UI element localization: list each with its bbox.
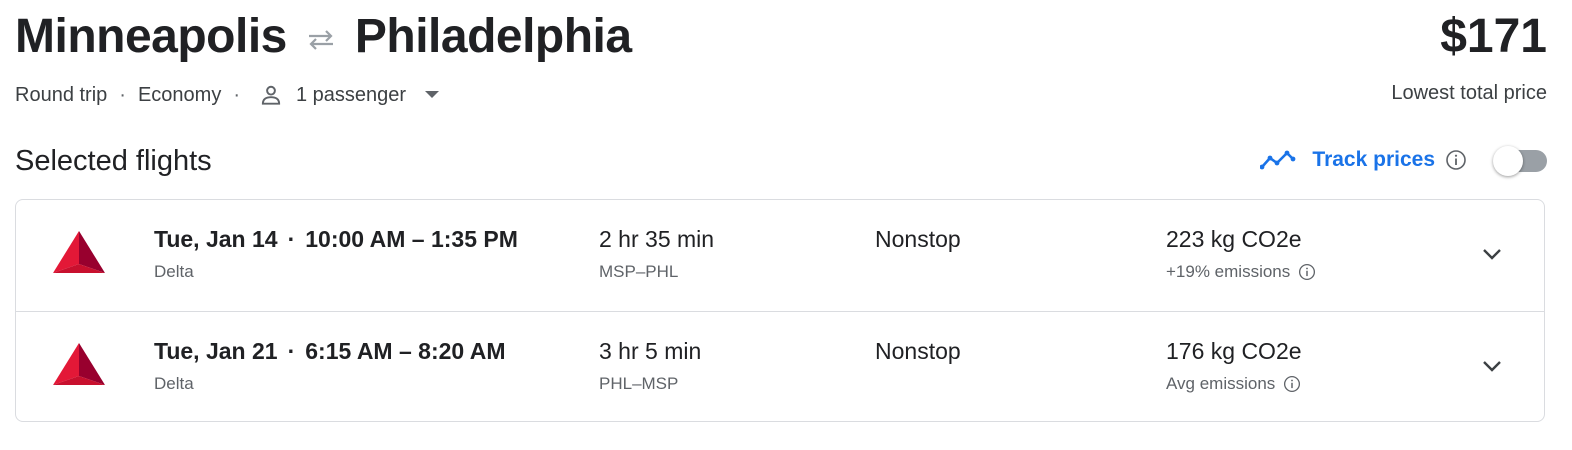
selected-flights-card: Tue, Jan 14 · 10:00 AM – 1:35 PM Delta 2 h… xyxy=(15,199,1545,422)
delta-logo-icon xyxy=(52,342,106,391)
flight-row[interactable]: Tue, Jan 21 · 6:15 AM – 8:20 AM Delta 3 hr… xyxy=(16,311,1544,423)
flight-times: Tue, Jan 14 · 10:00 AM – 1:35 PM xyxy=(154,226,518,253)
flight-times: Tue, Jan 21 · 6:15 AM – 8:20 AM xyxy=(154,338,506,365)
separator: · xyxy=(287,338,296,364)
cabin-class[interactable]: Economy xyxy=(138,84,221,107)
person-icon xyxy=(258,82,284,108)
track-prices-label[interactable]: Track prices xyxy=(1312,148,1435,172)
passenger-selector[interactable]: 1 passenger xyxy=(296,84,406,107)
info-icon[interactable] xyxy=(1283,375,1301,393)
price-label: Lowest total price xyxy=(1391,82,1547,104)
flight-route: PHL–MSP xyxy=(599,374,679,393)
flight-time-range: 6:15 AM – 8:20 AM xyxy=(305,338,506,364)
co2-amount: 223 kg CO2e xyxy=(1166,226,1302,252)
emissions-info: Avg emissions xyxy=(1166,374,1301,394)
origin-city: Minneapolis xyxy=(15,10,287,63)
trip-type[interactable]: Round trip xyxy=(15,84,107,107)
flight-date: Tue, Jan 14 xyxy=(154,226,278,252)
chevron-down-icon[interactable] xyxy=(1480,242,1504,266)
separator: · xyxy=(233,83,240,106)
flight-duration: 2 hr 35 min xyxy=(599,226,715,252)
co2-amount: 176 kg CO2e xyxy=(1166,338,1302,364)
lowest-price: $171 xyxy=(1440,10,1547,63)
delta-logo-icon xyxy=(52,230,106,279)
track-prices-toggle[interactable] xyxy=(1493,146,1547,176)
destination-city: Philadelphia xyxy=(354,10,632,63)
emissions-label: +19% emissions xyxy=(1166,262,1291,281)
flight-row[interactable]: Tue, Jan 14 · 10:00 AM – 1:35 PM Delta 2 h… xyxy=(16,200,1544,311)
emissions-info: +19% emissions xyxy=(1166,262,1316,282)
trending-icon xyxy=(1260,149,1296,171)
track-prices[interactable]: Track prices xyxy=(1260,148,1467,172)
info-icon[interactable] xyxy=(1298,263,1316,281)
flight-date: Tue, Jan 21 xyxy=(154,338,278,364)
emissions-label: Avg emissions xyxy=(1166,374,1276,393)
airline-name: Delta xyxy=(154,262,194,281)
section-title: Selected flights xyxy=(15,145,212,177)
flight-route: MSP–PHL xyxy=(599,262,679,281)
flight-time-range: 10:00 AM – 1:35 PM xyxy=(305,226,518,252)
caret-down-icon[interactable] xyxy=(424,90,440,100)
separator: · xyxy=(119,83,126,106)
flight-duration: 3 hr 5 min xyxy=(599,338,702,364)
flight-stops: Nonstop xyxy=(875,338,961,364)
separator: · xyxy=(287,226,296,252)
airline-name: Delta xyxy=(154,374,194,393)
info-icon[interactable] xyxy=(1445,149,1467,171)
flight-stops: Nonstop xyxy=(875,226,961,252)
route-title: Minneapolis Philadelphia xyxy=(15,8,632,66)
swap-arrows-icon xyxy=(305,28,337,52)
chevron-down-icon[interactable] xyxy=(1480,354,1504,378)
trip-options: Round trip · Economy · 1 passenger xyxy=(15,80,440,110)
toggle-knob xyxy=(1493,146,1523,176)
